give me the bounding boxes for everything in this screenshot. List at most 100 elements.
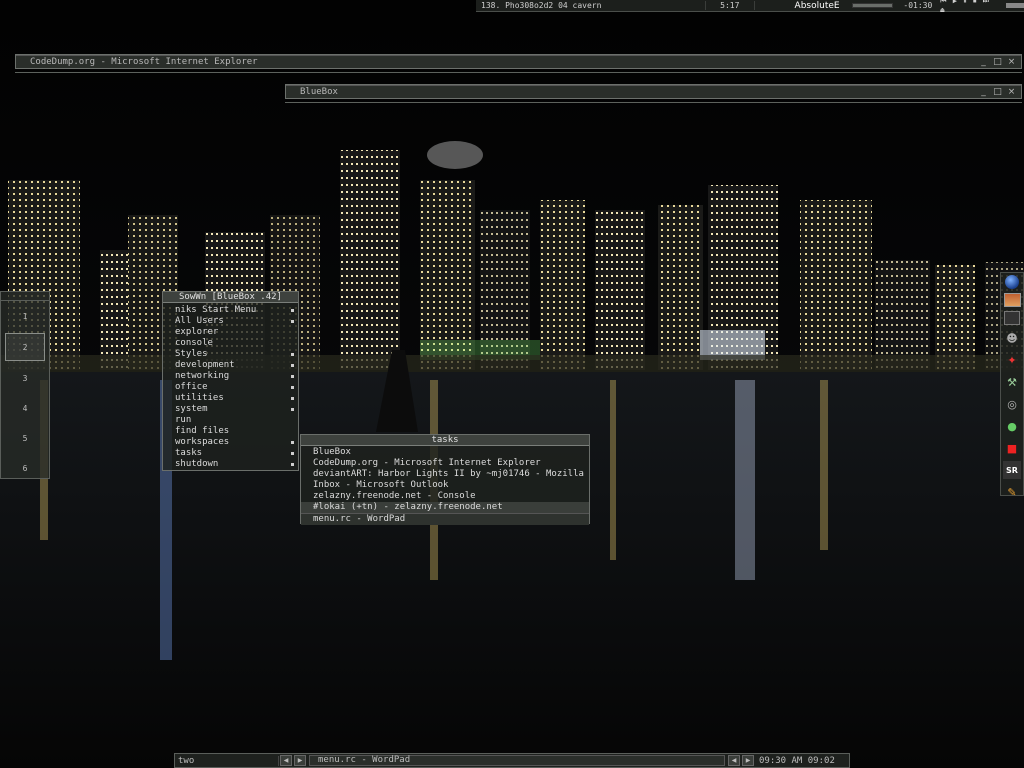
maximize-button[interactable]: □	[993, 57, 1002, 67]
maximize-button[interactable]: □	[993, 87, 1002, 97]
workspace-3[interactable]: 3	[1, 363, 49, 393]
desktop-wallpaper	[0, 0, 1024, 768]
grid-icon[interactable]	[1004, 311, 1020, 325]
menu-item-label: workspaces	[175, 437, 230, 447]
workspace-1[interactable]: 1	[1, 301, 49, 331]
workspace-6[interactable]: 6	[1, 453, 49, 483]
menu-item-label: shutdown	[175, 459, 219, 469]
menu-item-label: run	[175, 415, 192, 425]
submenu-arrow-icon	[291, 309, 294, 312]
menu-item-label: tasks	[175, 448, 203, 458]
sr-icon[interactable]: SR	[1003, 461, 1021, 479]
submenu-arrow-icon	[291, 375, 294, 378]
tasks-menu-title: tasks	[301, 435, 589, 446]
task-item[interactable]: zelazny.freenode.net - Console	[301, 491, 589, 502]
taskbar-task-button[interactable]: menu.rc - WordPad	[309, 755, 725, 766]
task-item-highlighted[interactable]: #lokai (+tn) - zelazny.freenode.net	[301, 502, 589, 513]
menu-item-label: development	[175, 360, 235, 370]
menu-item-label: console	[175, 338, 213, 348]
player-name: AbsoluteE	[794, 0, 840, 11]
icon-dock: ☻ ✦ ⚒ ◎ ● ■ SR ✎	[1000, 272, 1024, 499]
window-title: BlueBox	[300, 86, 338, 97]
workspace-4[interactable]: 4	[1, 393, 49, 423]
ie-window-titlebar[interactable]: CodeDump.org - Microsoft Internet Explor…	[15, 54, 1022, 69]
bluebox-window-edge	[285, 102, 1022, 103]
menu-item[interactable]: utilities	[163, 393, 298, 404]
menu-item-label: networking	[175, 371, 230, 381]
playback-controls[interactable]: ⏮ ▶ ⏸ ⏹ ⏭ ⏏	[940, 0, 1000, 14]
menu-item[interactable]: development	[163, 360, 298, 371]
menu-item-label: explorer	[175, 327, 219, 337]
start-menu-title: SowWn [BlueBox .42]	[163, 292, 298, 303]
menu-item[interactable]: console	[163, 338, 298, 349]
task-item[interactable]: CodeDump.org - Microsoft Internet Explor…	[301, 458, 589, 469]
submenu-arrow-icon	[291, 386, 294, 389]
red-marker-icon[interactable]: ✦	[1003, 351, 1021, 369]
menu-item[interactable]: find files	[163, 426, 298, 437]
pencil-icon[interactable]: ✎	[1003, 483, 1021, 501]
disc-icon[interactable]: ◎	[1003, 395, 1021, 413]
submenu-arrow-icon	[291, 364, 294, 367]
window-title: CodeDump.org - Microsoft Internet Explor…	[30, 56, 258, 67]
prev-workspace-button[interactable]: ◀	[728, 755, 740, 766]
seek-slider[interactable]	[851, 3, 894, 8]
close-button[interactable]: ×	[1007, 57, 1016, 67]
menu-item-label: niks Start Menu	[175, 305, 257, 315]
menu-item-label: All Users	[175, 316, 224, 326]
menu-item-label: Styles	[175, 349, 208, 359]
picture-icon[interactable]	[1003, 293, 1021, 307]
menu-item-label: utilities	[175, 393, 224, 403]
menu-item-label: system	[175, 404, 208, 414]
workspace-5[interactable]: 5	[1, 423, 49, 453]
menu-item[interactable]: office	[163, 382, 298, 393]
submenu-arrow-icon	[291, 441, 294, 444]
track-time: 5:17	[704, 1, 755, 10]
menu-item[interactable]: system	[163, 404, 298, 415]
menu-item[interactable]: shutdown	[163, 459, 298, 470]
menu-item[interactable]: networking	[163, 371, 298, 382]
task-item[interactable]: BlueBox	[301, 447, 589, 458]
track-title: 138. Pho308o2d2 04 cavern	[481, 1, 602, 10]
globe-icon[interactable]	[1005, 275, 1019, 289]
pager-header	[1, 292, 49, 301]
submenu-arrow-icon	[291, 452, 294, 455]
next-workspace-button[interactable]: ▶	[742, 755, 754, 766]
workspace-2[interactable]: 2	[5, 333, 45, 361]
menu-item[interactable]: niks Start Menu	[163, 305, 298, 316]
start-menu: SowWn [BlueBox .42] niks Start Menu All …	[162, 291, 299, 471]
user-icon[interactable]: ☻	[1003, 329, 1021, 347]
tasks-list: BlueBox CodeDump.org - Microsoft Interne…	[301, 446, 589, 525]
task-item[interactable]: Inbox - Microsoft Outlook	[301, 480, 589, 491]
menu-item[interactable]: explorer	[163, 327, 298, 338]
menu-item[interactable]: run	[163, 415, 298, 426]
next-task-button[interactable]: ▶	[294, 755, 306, 766]
volume-slider[interactable]	[1006, 3, 1024, 8]
close-button[interactable]: ×	[1007, 87, 1016, 97]
submenu-arrow-icon	[291, 408, 294, 411]
red-dot-icon[interactable]: ■	[1003, 439, 1021, 457]
menu-item[interactable]: All Users	[163, 316, 298, 327]
submenu-arrow-icon	[291, 463, 294, 466]
clock: 09:30 AM 09:02	[759, 755, 835, 766]
elapsed-time: -01:30	[903, 1, 933, 10]
bluebox-window-titlebar[interactable]: BlueBox _ □ ×	[285, 84, 1022, 99]
minimize-button[interactable]: _	[979, 57, 988, 67]
prev-task-button[interactable]: ◀	[280, 755, 292, 766]
ie-window-edge	[15, 72, 1022, 73]
palette-icon[interactable]: ●	[1003, 417, 1021, 435]
menu-item[interactable]: tasks	[163, 448, 298, 459]
task-item[interactable]: deviantART: Harbor Lights II by ~mj01746…	[301, 469, 589, 480]
workspace-name[interactable]: two	[175, 755, 279, 766]
minimize-button[interactable]: _	[979, 87, 988, 97]
menu-item-label: find files	[175, 426, 230, 436]
submenu-arrow-icon	[291, 397, 294, 400]
start-menu-list: niks Start Menu All Users explorer conso…	[163, 303, 298, 470]
menu-item[interactable]: workspaces	[163, 437, 298, 448]
submenu-arrow-icon	[291, 353, 294, 356]
tool-icon[interactable]: ⚒	[1003, 373, 1021, 391]
taskbar: two ◀ ▶ menu.rc - WordPad ◀ ▶ 09:30 AM 0…	[174, 753, 850, 768]
media-player-bar: 138. Pho308o2d2 04 cavern 5:17 AbsoluteE…	[476, 0, 1024, 14]
menu-item[interactable]: Styles	[163, 349, 298, 360]
task-item[interactable]: menu.rc - WordPad	[301, 513, 589, 525]
tasks-menu: tasks BlueBox CodeDump.org - Microsoft I…	[300, 434, 590, 525]
